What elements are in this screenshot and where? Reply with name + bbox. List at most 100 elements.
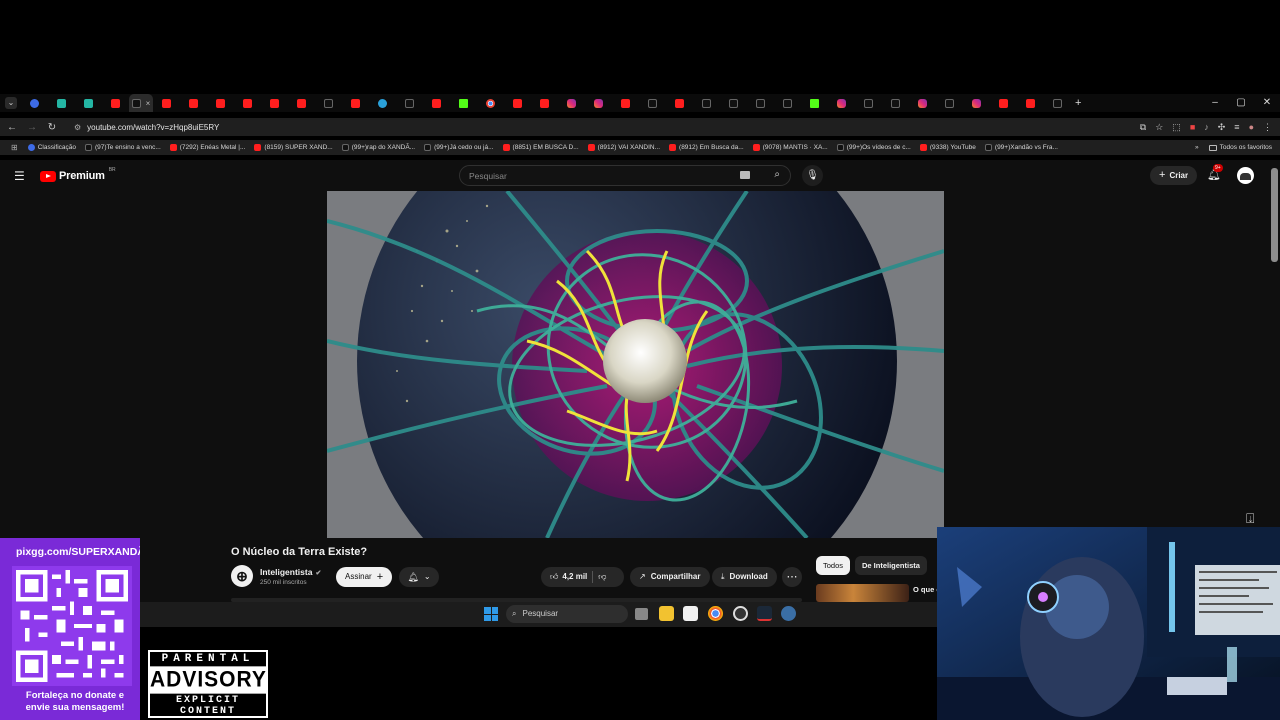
tab[interactable] [153, 94, 180, 112]
taskbar-search-input[interactable]: ⌕ Pesquisar [506, 605, 628, 623]
chip-from-channel[interactable]: De Inteligentista [855, 556, 927, 575]
extension-red-icon[interactable]: ■ [1190, 122, 1195, 132]
install-app-icon[interactable]: ⧉ [1140, 122, 1146, 133]
tab[interactable] [234, 94, 261, 112]
bookmark-item[interactable]: (8851) EM BUSCA D... [502, 144, 579, 151]
close-window-icon[interactable]: ✕ [1254, 94, 1280, 112]
site-info-icon[interactable]: ⚙ [74, 123, 81, 132]
account-avatar[interactable] [1237, 167, 1254, 184]
thumbs-down-icon[interactable]: 👎︎ [598, 567, 606, 587]
tab[interactable] [504, 94, 531, 112]
channel-name[interactable]: Inteligentista [260, 567, 312, 577]
tab[interactable] [882, 94, 909, 112]
tab[interactable] [369, 94, 396, 112]
more-bookmarks-icon[interactable]: » [1195, 144, 1199, 151]
like-button[interactable]: 👍︎ 4,2 mil [550, 567, 587, 587]
notifications-bell-icon[interactable]: 🔔︎ 9+ [1207, 164, 1223, 181]
share-button[interactable]: ↗ Compartilhar [630, 567, 710, 587]
recommended-thumbnail[interactable] [816, 584, 909, 602]
tab[interactable] [801, 94, 828, 112]
extensions-icon[interactable]: ⬚ [1172, 122, 1181, 133]
settings-gear-icon[interactable] [781, 606, 796, 621]
youtube-search-input[interactable]: Pesquisar ⌕ [459, 165, 791, 186]
bookmark-item[interactable]: Classificação [27, 144, 76, 151]
puzzle-icon[interactable]: ✣ [1218, 122, 1226, 133]
tab[interactable] [396, 94, 423, 112]
tab[interactable] [828, 94, 855, 112]
bookmark-item[interactable]: (99+)Xandão vs Fra... [984, 144, 1058, 151]
bookmark-star-icon[interactable]: ☆ [1155, 122, 1163, 133]
tab[interactable] [342, 94, 369, 112]
tab[interactable] [48, 94, 75, 112]
tab[interactable] [639, 94, 666, 112]
create-button[interactable]: + Criar [1150, 166, 1198, 185]
bookmark-item[interactable]: (99+)Já cedo ou já... [424, 144, 494, 151]
tab[interactable] [936, 94, 963, 112]
tab[interactable] [261, 94, 288, 112]
tab-active[interactable]: × [129, 94, 153, 112]
subscribe-button[interactable]: Assinar + [336, 567, 393, 587]
tab[interactable] [720, 94, 747, 112]
tab[interactable] [531, 94, 558, 112]
notification-settings-button[interactable]: 🔔︎ ⌄ [399, 567, 439, 587]
menu-kebab-icon[interactable]: ⋮ [1263, 122, 1272, 133]
pin-icon[interactable]: ⍗ [1246, 510, 1254, 527]
bookmark-item[interactable]: (8912) VAI XANDIN... [587, 144, 660, 151]
tab[interactable] [990, 94, 1017, 112]
more-actions-icon[interactable]: ⋯ [782, 567, 802, 587]
bookmark-item[interactable]: (9078) MANTIS · XA... [752, 144, 828, 151]
tab[interactable] [558, 94, 585, 112]
tab[interactable] [180, 94, 207, 112]
tab[interactable] [666, 94, 693, 112]
tab[interactable] [423, 94, 450, 112]
video-player[interactable] [327, 191, 944, 538]
media-icon[interactable]: ≡ [1234, 122, 1239, 132]
tab-search-icon[interactable]: ⌄ [5, 97, 17, 109]
channel-avatar[interactable]: ⊕ [231, 565, 253, 587]
tab[interactable] [1044, 94, 1071, 112]
store-icon[interactable] [683, 606, 698, 621]
channel-name-row[interactable]: Inteligentista ✔ [260, 567, 321, 577]
tab[interactable] [612, 94, 639, 112]
steam-icon[interactable] [757, 606, 772, 621]
bookmark-item[interactable]: (8159) SUPER XAND... [254, 144, 333, 151]
bookmark-item[interactable]: (97)Te ensino a venc... [85, 144, 161, 151]
tab[interactable] [855, 94, 882, 112]
profile-icon[interactable]: ● [1249, 122, 1254, 132]
tab[interactable] [1017, 94, 1044, 112]
tab[interactable] [450, 94, 477, 112]
menu-hamburger-icon[interactable]: ☰ [14, 169, 28, 183]
back-icon[interactable]: ← [2, 122, 22, 133]
download-button[interactable]: ⤓ Download [712, 567, 777, 587]
file-explorer-icon[interactable] [659, 606, 674, 621]
apps-grid-icon[interactable]: ⊞ [11, 143, 18, 152]
tab[interactable] [585, 94, 612, 112]
tab[interactable] [774, 94, 801, 112]
tab[interactable] [102, 94, 129, 112]
close-tab-icon[interactable]: × [146, 99, 151, 108]
forward-icon[interactable]: → [22, 122, 42, 133]
chrome-icon[interactable] [708, 606, 723, 621]
maximize-icon[interactable]: ▢ [1228, 94, 1254, 112]
keyboard-icon[interactable] [740, 171, 750, 179]
tab[interactable] [909, 94, 936, 112]
chip-all[interactable]: Todos [816, 556, 851, 575]
bookmark-item[interactable]: (7292) Enéas Metal |... [169, 144, 245, 151]
bookmark-item[interactable]: (99+)rap do XANDÃ... [341, 144, 415, 151]
bookmark-item[interactable]: (8912) Em Busca da... [669, 144, 744, 151]
tab[interactable] [288, 94, 315, 112]
minimize-icon[interactable]: – [1202, 94, 1228, 112]
tab[interactable] [75, 94, 102, 112]
address-bar[interactable]: ⚙ youtube.com/watch?v=zHqp8uiE5RY [68, 119, 1098, 135]
voice-search-mic-icon[interactable]: 🎙 [802, 165, 823, 186]
tab[interactable] [315, 94, 342, 112]
tab[interactable] [693, 94, 720, 112]
bookmark-item[interactable]: (99+)Os vídeos de c... [836, 144, 911, 151]
reload-icon[interactable]: ↻ [42, 122, 62, 133]
tab[interactable] [21, 94, 48, 112]
tab[interactable] [207, 94, 234, 112]
all-favorites[interactable]: Todos os favoritos [1208, 144, 1272, 151]
youtube-premium-logo[interactable]: Premium BR [40, 167, 116, 182]
extension-music-icon[interactable]: ♪ [1204, 122, 1209, 132]
task-view-icon[interactable] [635, 608, 648, 620]
